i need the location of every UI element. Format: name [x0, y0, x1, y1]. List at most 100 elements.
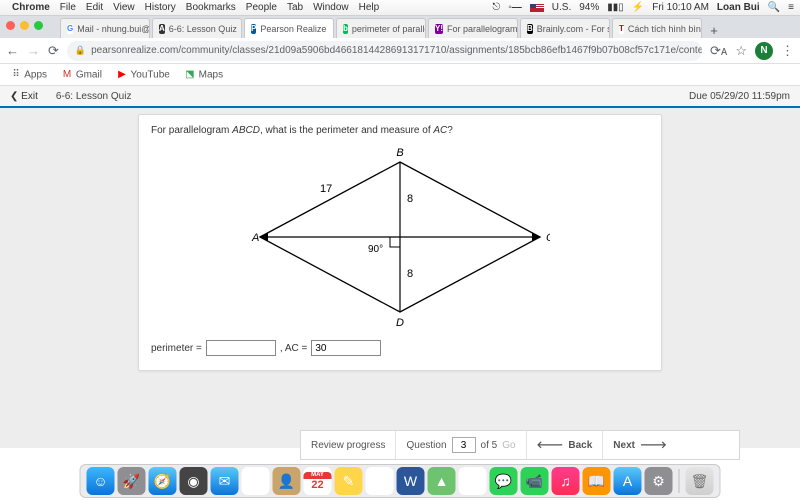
browser-tab[interactable]: A6-6: Lesson Quiz×: [152, 18, 242, 38]
apps-icon: ⠿: [10, 69, 22, 81]
dock-app-safari[interactable]: 🧭: [149, 467, 177, 495]
browser-tab[interactable]: GMail - nhung.bui@m×: [60, 18, 150, 38]
address-bar[interactable]: 🔒 pearsonrealize.com/community/classes/2…: [67, 41, 702, 61]
question-number-input[interactable]: [452, 437, 476, 453]
forward-button[interactable]: →: [27, 43, 40, 58]
chrome-menu-icon[interactable]: ⋮: [781, 43, 794, 59]
diag-top-half: 8: [407, 193, 413, 205]
input-locale-icon[interactable]: [530, 4, 544, 12]
go-button[interactable]: Go: [502, 440, 515, 451]
question-text: For parallelogram ABCD, what is the peri…: [151, 125, 649, 136]
dock-app-facetime[interactable]: 📹: [521, 467, 549, 495]
browser-tab[interactable]: TCách tích hình bình h×: [612, 18, 702, 38]
dock-app-contacts[interactable]: 👤: [273, 467, 301, 495]
bookmark-gmail[interactable]: M Gmail: [61, 69, 102, 81]
right-angle-label: 90°: [368, 244, 383, 255]
menu-view[interactable]: View: [113, 2, 135, 13]
dock-app-finder[interactable]: ☺: [87, 467, 115, 495]
gmail-icon: M: [61, 69, 73, 81]
menu-edit[interactable]: Edit: [86, 2, 103, 13]
mac-dock: ☺🚀🧭◉✉⬤👤MAY22✎☑W▲✿💬📹♫📖A⚙ 🗑: [80, 464, 721, 498]
dock-app-itunes[interactable]: ♫: [552, 467, 580, 495]
tab-favicon: Y!: [435, 24, 443, 34]
battery-icon: ▮▮▯: [607, 2, 624, 13]
dock-app-messages[interactable]: 💬: [490, 467, 518, 495]
tab-favicon: T: [619, 24, 624, 34]
menu-bookmarks[interactable]: Bookmarks: [186, 2, 236, 13]
mac-menu-bar: Chrome File Edit View History Bookmarks …: [0, 0, 800, 16]
dock-app-photos[interactable]: ✿: [459, 467, 487, 495]
close-window-button[interactable]: [6, 21, 15, 30]
review-progress-button[interactable]: Review progress: [301, 431, 396, 459]
bookmark-star-icon[interactable]: ☆: [735, 43, 747, 59]
dock-app-notes[interactable]: ✎: [335, 467, 363, 495]
bookmark-apps[interactable]: ⠿ Apps: [10, 69, 47, 81]
chrome-menu[interactable]: Chrome: [12, 2, 50, 13]
input-locale[interactable]: U.S.: [552, 2, 571, 13]
bookmarks-bar: ⠿ Apps M Gmail ▶ YouTube ⬔ Maps: [0, 64, 800, 86]
back-button[interactable]: ←: [6, 43, 19, 58]
browser-tab[interactable]: BBrainly.com - For stu×: [520, 18, 610, 38]
dock-app-launchpad[interactable]: 🚀: [118, 467, 146, 495]
trash-icon[interactable]: 🗑: [686, 467, 714, 495]
tab-title: Cách tích hình bình h: [628, 24, 702, 34]
browser-tab[interactable]: Y!For parallelogram AB×: [428, 18, 518, 38]
ac-input[interactable]: [311, 340, 381, 356]
ac-label: , AC =: [280, 343, 308, 354]
youtube-icon: ▶: [116, 69, 128, 81]
dock-app-appstore[interactable]: A: [614, 467, 642, 495]
menu-window[interactable]: Window: [313, 2, 349, 13]
browser-tab[interactable]: PPearson Realize×: [244, 18, 334, 38]
tab-title: perimeter of parallelo: [352, 24, 426, 34]
reload-button[interactable]: ⟳: [48, 43, 59, 59]
perimeter-input[interactable]: [206, 340, 276, 356]
bookmark-maps[interactable]: ⬔ Maps: [184, 69, 223, 81]
translate-icon[interactable]: ⟳ᴀ: [710, 43, 727, 59]
user-name[interactable]: Loan Bui: [717, 2, 760, 13]
tab-title: 6-6: Lesson Quiz: [169, 24, 237, 34]
next-question-button[interactable]: Next 🡒: [603, 431, 677, 459]
dock-app-maps[interactable]: ▲: [428, 467, 456, 495]
spotlight-icon[interactable]: 🔍: [768, 2, 780, 13]
question-card: For parallelogram ABCD, what is the peri…: [138, 114, 662, 371]
vertex-d-label: D: [396, 317, 404, 329]
back-question-button[interactable]: 🡐 Back: [527, 431, 604, 459]
perimeter-label: perimeter =: [151, 343, 202, 354]
dock-app-ibooks[interactable]: 📖: [583, 467, 611, 495]
menu-history[interactable]: History: [145, 2, 176, 13]
tab-favicon: G: [67, 24, 73, 34]
dock-app-reminders[interactable]: ☑: [366, 467, 394, 495]
menu-tab[interactable]: Tab: [287, 2, 303, 13]
dock-app-mail[interactable]: ✉: [211, 467, 239, 495]
bookmark-youtube[interactable]: ▶ YouTube: [116, 69, 170, 81]
url-text: pearsonrealize.com/community/classes/21d…: [91, 45, 702, 56]
menu-help[interactable]: Help: [359, 2, 380, 13]
zoom-window-button[interactable]: [34, 21, 43, 30]
dock-app-dashboard[interactable]: ◉: [180, 467, 208, 495]
dock-app-chrome[interactable]: ⬤: [242, 467, 270, 495]
bluetooth-icon[interactable]: ⎋: [492, 2, 500, 13]
menu-file[interactable]: File: [60, 2, 76, 13]
dock-app-prefs[interactable]: ⚙: [645, 467, 673, 495]
clock[interactable]: Fri 10:10 AM: [652, 2, 709, 13]
tab-favicon: B: [527, 24, 533, 34]
side-ab-length: 17: [320, 183, 332, 195]
minimize-window-button[interactable]: [20, 21, 29, 30]
question-indicator: Question of 5 Go: [396, 431, 526, 459]
battery-percent: 94%: [579, 2, 599, 13]
notification-center-icon[interactable]: ≡: [788, 2, 794, 13]
browser-tab[interactable]: bperimeter of parallelo×: [336, 18, 426, 38]
answer-row: perimeter = , AC =: [151, 340, 649, 356]
tab-close-icon[interactable]: ×: [332, 24, 334, 34]
wifi-icon[interactable]: ◦⎯⎯: [508, 2, 522, 13]
menu-people[interactable]: People: [246, 2, 277, 13]
tab-favicon: P: [251, 24, 256, 34]
diag-bot-half: 8: [407, 268, 413, 280]
dock-app-calendar[interactable]: MAY22: [304, 467, 332, 495]
browser-toolbar: ← → ⟳ 🔒 pearsonrealize.com/community/cla…: [0, 38, 800, 64]
new-tab-button[interactable]: +: [704, 23, 724, 38]
profile-avatar[interactable]: N: [755, 42, 773, 60]
exit-button[interactable]: ❮ Exit: [10, 91, 38, 102]
dock-app-word[interactable]: W: [397, 467, 425, 495]
maps-icon: ⬔: [184, 69, 196, 81]
